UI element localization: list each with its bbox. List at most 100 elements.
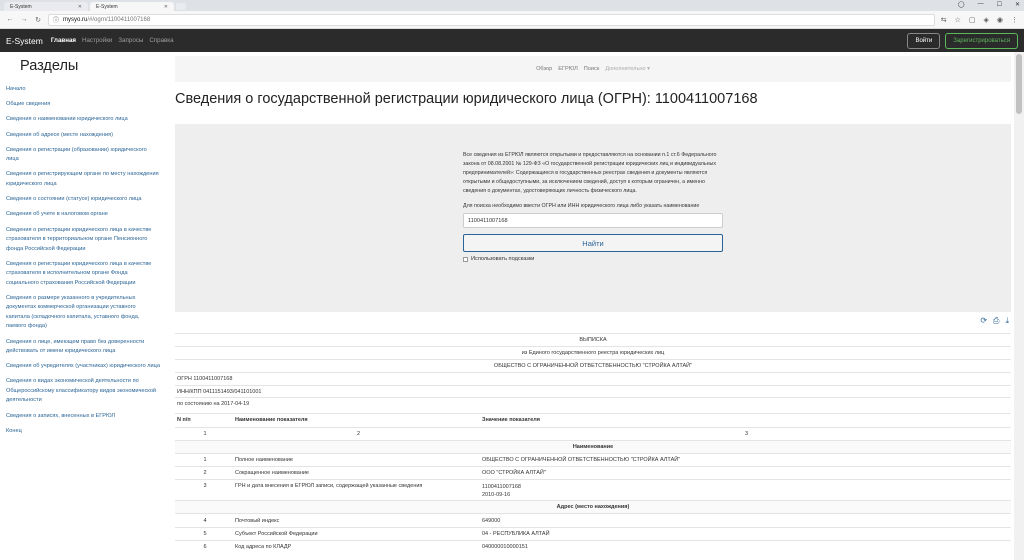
app-navbar: E-System Главная Настройки Запросы Справ… — [0, 29, 1024, 52]
browser-tab-1[interactable]: E-System ✕ — [4, 2, 88, 11]
sidebar-item[interactable]: Начало — [6, 85, 160, 95]
sidebar-item[interactable]: Сведения о регистрирующем органе по мест… — [6, 170, 160, 189]
sidebar-item[interactable]: Сведения о регистрации (образовании) юри… — [6, 146, 160, 165]
browser-tab-2[interactable]: E-System ✕ — [90, 2, 174, 11]
nav-link-help[interactable]: Справка — [149, 37, 173, 44]
subnav-search[interactable]: Поиск — [584, 66, 600, 72]
new-tab-button[interactable] — [176, 3, 186, 10]
address-bar[interactable]: ⓘ mysyo.ru/#/ogrn/1100411007168 — [48, 13, 935, 26]
table-cell: ГРН и дата внесения в ЕГРЮЛ записи, соде… — [235, 483, 423, 490]
subnav-egrul[interactable]: ЕГРЮЛ — [558, 66, 578, 72]
register-button[interactable]: Зарегистрироваться — [945, 32, 1018, 49]
sidebar-item[interactable]: Сведения о лице, имеющем право без довер… — [6, 338, 160, 357]
window-controls: ◯ — ☐ ✕ — [958, 1, 1020, 8]
login-button[interactable]: Войти — [907, 32, 941, 49]
nav-link-home[interactable]: Главная — [51, 37, 76, 44]
table-cell: Почтовый индекс — [235, 517, 280, 524]
nav-link-requests[interactable]: Запросы — [118, 37, 143, 44]
main-nav: Главная Настройки Запросы Справка — [51, 37, 174, 44]
forward-icon[interactable]: → — [20, 16, 28, 23]
star-icon[interactable]: ☆ — [955, 16, 961, 24]
translate-icon[interactable]: ⇆ — [941, 16, 947, 24]
search-input[interactable]: 1100411007168 — [463, 213, 723, 229]
table-cell: 2 — [356, 430, 361, 437]
sidebar-item[interactable]: Сведения об учете в налоговом органе — [6, 210, 160, 220]
subnav-more-dropdown[interactable]: Дополнительно ▾ — [605, 66, 650, 72]
table-row: 5 Субъект Российской Федерации 04 - РЕСП… — [175, 526, 1011, 540]
sidebar-item[interactable]: Сведения о регистрации юридического лица… — [6, 260, 160, 289]
menu-icon[interactable]: ⋮ — [1011, 16, 1018, 24]
table-cell: 2 — [203, 470, 207, 477]
sidebar-item[interactable]: Сведения о состоянии (статусе) юридическ… — [6, 195, 160, 205]
sidebar-item[interactable]: Общие сведения — [6, 100, 160, 110]
close-icon[interactable]: ✕ — [78, 4, 82, 10]
page-title: Сведения о государственной регистрации ю… — [175, 91, 758, 107]
extension-icon[interactable]: ▢ — [969, 16, 976, 24]
table-row: 1 Полное наименование ОБЩЕСТВО С ОГРАНИЧ… — [175, 452, 1011, 466]
search-hint: Для поиска необходимо ввести ОГРН или ИН… — [463, 202, 700, 209]
page-scrollbar[interactable] — [1014, 52, 1024, 560]
table-cell: 5 — [203, 530, 207, 537]
back-icon[interactable]: ← — [6, 16, 14, 23]
scrollbar-thumb[interactable] — [1016, 54, 1022, 114]
find-button[interactable]: Найти — [463, 234, 723, 253]
sub-navigation: Обзор ЕГРЮЛ Поиск Дополнительно ▾ — [175, 56, 1011, 82]
shield-icon[interactable]: ◈ — [984, 16, 989, 24]
tab-title: E-System — [96, 3, 118, 10]
print-icon[interactable]: ⎙ — [993, 316, 999, 326]
sidebar-item[interactable]: Сведения об адресе (месте нахождения) — [6, 131, 160, 141]
extract-company: ОБЩЕСТВО С ОГРАНИЧЕННОЙ ОТВЕТСТВЕННОСТЬЮ… — [175, 358, 1011, 372]
table-cell: 040000010000151 — [482, 543, 528, 550]
sidebar-item[interactable]: Сведения об учредителях (участниках) юри… — [6, 362, 160, 372]
table-cell: 4 — [203, 517, 207, 524]
main-content: Обзор ЕГРЮЛ Поиск Дополнительно ▾ Сведен… — [175, 52, 1011, 560]
legal-info-text: Все сведения из ЕГРЮЛ являются открытыми… — [463, 152, 717, 194]
sidebar-item[interactable]: Сведения о записях, внесенных в ЕГРЮЛ — [6, 412, 160, 422]
table-cell: 3 — [744, 430, 749, 437]
use-hints-label: Использовать подсказки — [471, 256, 535, 263]
use-hints-checkbox[interactable] — [463, 256, 468, 262]
table-cell: Субъект Российской Федерации — [235, 530, 318, 537]
sidebar-item[interactable]: Сведения о регистрации юридического лица… — [6, 226, 160, 255]
table-row: 6 Код адреса по КЛАДР 040000010000151 — [175, 539, 1011, 553]
browser-toolbar: ← → ↻ ⓘ mysyo.ru/#/ogrn/1100411007168 ⇆ … — [0, 11, 1024, 29]
sidebar-item[interactable]: Конец — [6, 427, 160, 437]
extension-icon[interactable]: ◉ — [997, 16, 1003, 24]
close-window-icon[interactable]: ✕ — [1015, 1, 1020, 8]
minimize-icon[interactable]: — — [978, 1, 984, 8]
sidebar-item[interactable]: Сведения о видах экономической деятельно… — [6, 377, 160, 406]
table-cell: 1100411007168 2010-09-16 — [482, 483, 1011, 499]
browser-tabbar: E-System ✕ E-System ✕ ◯ — ☐ ✕ — [0, 0, 1024, 11]
extract-tools: ⟳ ⎙ ⤓ — [980, 316, 1009, 326]
reload-icon[interactable]: ↻ — [34, 16, 42, 24]
table-cell: ООО "СТРОЙКА АЛТАЙ" — [482, 470, 546, 477]
maximize-icon[interactable]: ☐ — [997, 1, 1002, 8]
brand-logo[interactable]: E-System — [6, 36, 43, 46]
extract-table: N п/п Наименование показателя Значение п… — [175, 413, 1011, 553]
use-hints-option[interactable]: Использовать подсказки — [463, 256, 723, 262]
table-cell: Код адреса по КЛАДР — [235, 543, 292, 550]
header-value: Значение показателя — [482, 417, 540, 424]
egrul-extract: ВЫПИСКА из Единого государственного реес… — [175, 333, 1011, 553]
table-cell: 1 — [203, 457, 207, 463]
subnav-overview[interactable]: Обзор — [536, 66, 552, 72]
download-icon[interactable]: ⤓ — [1005, 316, 1009, 326]
profile-icon[interactable]: ◯ — [958, 1, 965, 8]
table-cell: 1 — [203, 430, 207, 437]
table-cell: 04 - РЕСПУБЛИКА АЛТАЙ — [482, 530, 550, 537]
info-icon[interactable]: ⓘ — [53, 15, 59, 24]
section-header-address: Адрес (место нахождения) — [175, 500, 1011, 514]
grn-date: 2010-09-16 — [482, 492, 511, 499]
search-panel: Все сведения из ЕГРЮЛ являются открытыми… — [175, 124, 1011, 312]
sidebar-item[interactable]: Сведения о размере указанного в учредите… — [6, 294, 160, 332]
tab-title: E-System — [10, 3, 32, 10]
sidebar-item[interactable]: Сведения о наименовании юридического лиц… — [6, 115, 160, 125]
sidebar-title: Разделы — [20, 58, 79, 74]
refresh-icon[interactable]: ⟳ — [980, 316, 987, 326]
extract-inn-kpp: ИНН/КПП 0411151493/041101001 — [175, 384, 1011, 398]
table-header: N п/п Наименование показателя Значение п… — [175, 413, 1011, 426]
extension-icons: ⇆ ☆ ▢ ◈ ◉ ⋮ — [941, 16, 1018, 24]
nav-link-settings[interactable]: Настройки — [82, 37, 112, 44]
close-icon[interactable]: ✕ — [164, 4, 168, 10]
table-cell: ОБЩЕСТВО С ОГРАНИЧЕННОЙ ОТВЕТСТВЕННОСТЬЮ… — [482, 457, 681, 463]
